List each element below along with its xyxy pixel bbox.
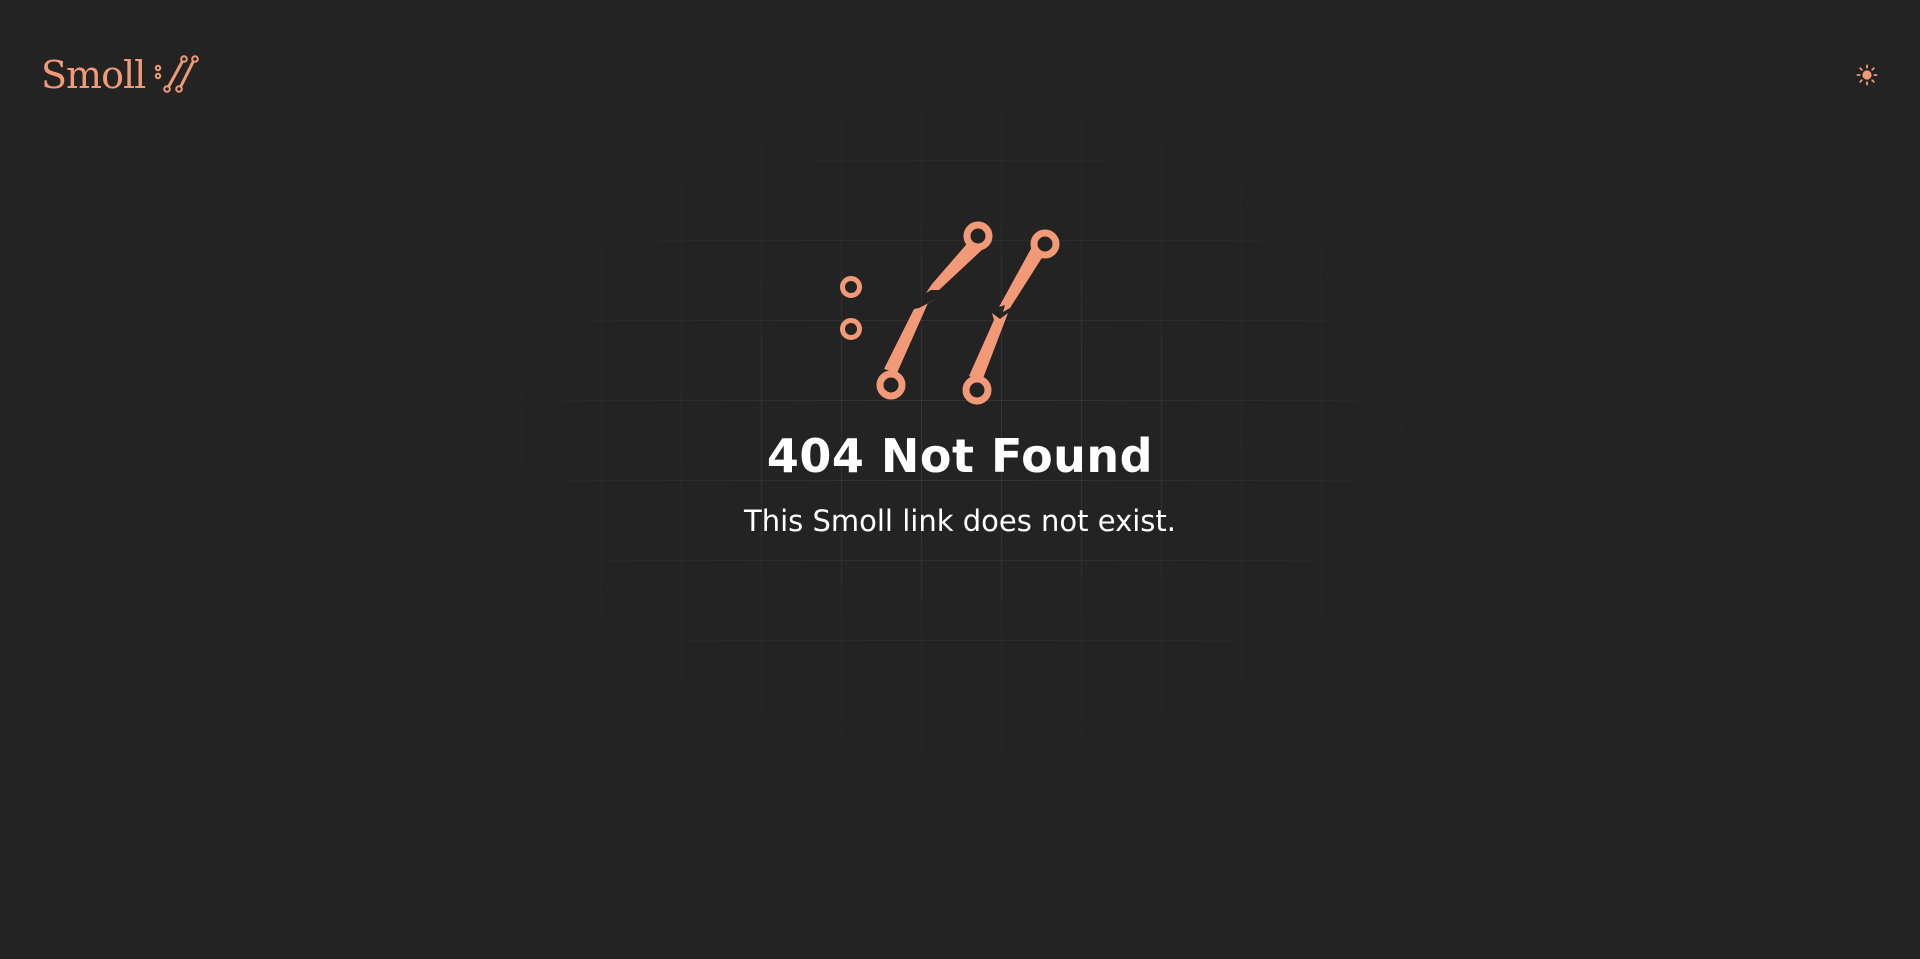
home-logo-link[interactable]: Smoll bbox=[41, 50, 200, 100]
sun-icon bbox=[1856, 64, 1878, 86]
error-message: This Smoll link does not exist. bbox=[744, 503, 1176, 538]
broken-link-slashes-icon bbox=[155, 55, 200, 93]
broken-link-icon bbox=[840, 221, 1060, 405]
theme-toggle-button[interactable] bbox=[1852, 60, 1882, 90]
error-title: 404 Not Found bbox=[766, 429, 1154, 483]
not-found-page: Smoll 404 Not Found This Smoll link does… bbox=[0, 0, 1920, 959]
logo-text: Smoll bbox=[41, 53, 146, 97]
header: Smoll bbox=[0, 0, 1920, 150]
error-content: 404 Not Found This Smoll link does not e… bbox=[0, 215, 1920, 538]
